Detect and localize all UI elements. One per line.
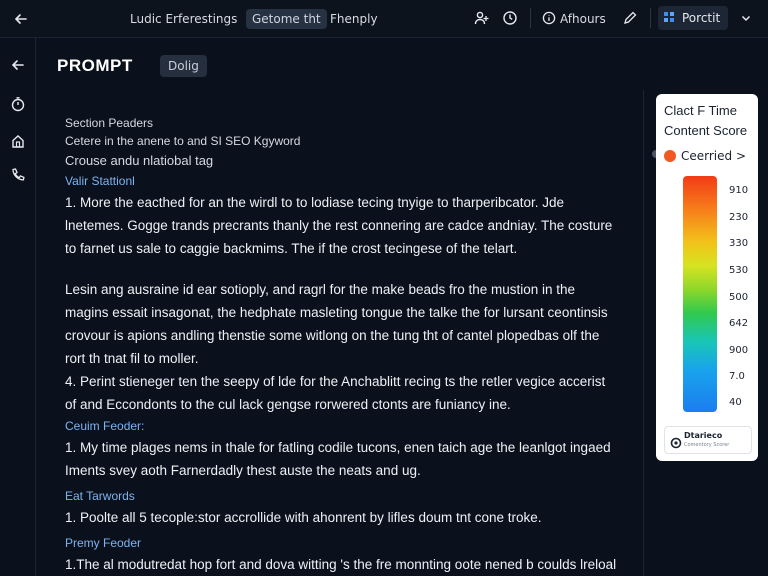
author-label: Afhours (560, 12, 606, 26)
paragraph: 1. Poolte all 5 tecople:stor accrollide … (65, 510, 542, 525)
content-score-card: Clact F Time Content Score Ceerried > 91… (656, 94, 758, 461)
scale-value: 900 (729, 345, 749, 356)
edit-pen-icon[interactable] (620, 8, 640, 28)
scale-value: 7.0 (729, 371, 745, 382)
publish-icon (662, 10, 676, 27)
timer-icon[interactable] (5, 91, 31, 117)
tab-fhenply[interactable]: Fhenply (330, 9, 378, 29)
tab-getome[interactable]: Getome tht (246, 9, 327, 29)
top-bar: Ludic Erferestings Getome tht Fhenply Af… (0, 0, 768, 38)
scale-value: 40 (729, 397, 742, 408)
line-keyword: Cetere in the anene to and SI SEO Kgywor… (65, 134, 301, 148)
section-heading: Eat Tarwords (65, 489, 135, 503)
score-status-label: Ceerried > (681, 149, 747, 163)
divider (530, 8, 531, 28)
phone-icon[interactable] (5, 162, 31, 188)
section-heading: Ceuim Feoder: (65, 419, 145, 433)
scale-value: 500 (729, 292, 749, 303)
paragraph: 1.The al modutredat hop fort and dova wi… (65, 557, 617, 572)
scale-value: 642 (729, 318, 749, 329)
section-heading: Valir Stattionl (65, 174, 135, 188)
left-rail (0, 38, 36, 576)
scale-value: 910 (729, 185, 749, 196)
publish-label: Porctit (682, 11, 721, 25)
back-arrow-icon[interactable] (8, 6, 34, 32)
line-section-headers: Section Peaders (65, 116, 154, 130)
chevron-down-icon[interactable] (736, 8, 756, 28)
author-button[interactable]: Afhours (542, 9, 606, 29)
paragraph: 1. My time plages nems in thale for fatl… (65, 440, 611, 478)
brand-logo: Dtarieco Comentory Scorer (664, 426, 752, 454)
paragraph: Lesin ang ausraine id ear sotioply, and … (65, 282, 608, 366)
divider (650, 8, 651, 28)
back-arrow-icon[interactable] (5, 52, 31, 78)
line-tag: Crouse andu nlatiobal tag (65, 153, 214, 168)
info-circle-icon (542, 11, 556, 28)
brand-subtitle: Comentory Scorer (684, 442, 730, 448)
brand-name: Dtarieco (684, 431, 723, 440)
score-title: Clact F Time Content Score (664, 103, 748, 138)
score-status-button[interactable]: Ceerried > (664, 149, 746, 163)
publish-button[interactable]: Porctit (658, 6, 728, 30)
brand-logo-icon (670, 434, 682, 449)
user-icon[interactable] (472, 8, 492, 28)
scale-value: 330 (729, 238, 749, 249)
scale-value: 230 (729, 212, 749, 223)
clock-icon[interactable] (500, 8, 520, 28)
tab-ludic[interactable]: Ludic Erferestings (130, 9, 237, 29)
home-icon[interactable] (5, 128, 31, 154)
status-dot-icon (664, 150, 676, 162)
scale-value: 530 (729, 265, 749, 276)
section-heading: Premy Feoder (65, 536, 142, 550)
paragraph: 1. More the eacthed for an the wirdl to … (65, 195, 613, 256)
status-badge[interactable]: Dolig (160, 55, 207, 77)
page-title: PROMPT (57, 56, 133, 75)
document-content[interactable]: Section Peaders Cetere in the anene to a… (65, 114, 620, 576)
score-gradient-bar (683, 176, 717, 412)
paragraph: 4. Perint stieneger ten the seepy of lde… (65, 374, 606, 412)
